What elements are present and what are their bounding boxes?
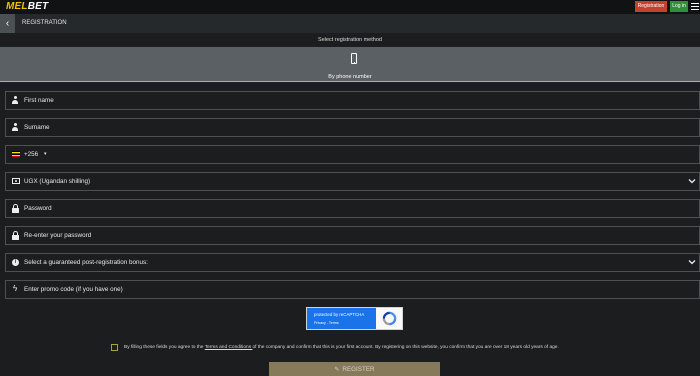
password-field[interactable]: Password	[5, 199, 700, 218]
register-button[interactable]: ✎ REGISTER	[269, 362, 440, 376]
page-title: REGISTRATION	[22, 20, 67, 26]
lock-icon	[12, 204, 19, 213]
currency-value: UGX (Ugandan shilling)	[24, 178, 91, 185]
recaptcha-title: protected by reCAPTCHA	[314, 312, 365, 317]
banknote-icon	[12, 178, 20, 184]
back-button[interactable]: ‹	[0, 14, 15, 33]
registration-header: ‹ REGISTRATION	[0, 14, 700, 33]
recaptcha-badge[interactable]: protected by reCAPTCHA Privacy - Terms	[306, 307, 403, 330]
method-label: Select registration method	[318, 37, 382, 43]
promo-code-placeholder: Enter promo code (if you have one)	[24, 286, 123, 293]
bonus-select[interactable]: i Select a guaranteed post-registration …	[5, 253, 700, 272]
chevron-down-icon[interactable]	[688, 177, 696, 185]
login-button[interactable]: Log in	[670, 1, 688, 12]
lock-icon	[12, 231, 19, 240]
method-option-label: By phone number	[328, 74, 372, 80]
recaptcha-logo-icon	[382, 311, 397, 326]
recaptcha-links[interactable]: Privacy - Terms	[314, 321, 339, 325]
edit-icon: ✎	[334, 367, 340, 373]
promo-code-field[interactable]: ϟ Enter promo code (if you have one)	[5, 280, 700, 299]
hamburger-menu-icon[interactable]	[691, 3, 699, 10]
smartphone-icon	[351, 53, 357, 64]
terms-text: By filling these fields you agree to the…	[124, 345, 559, 350]
register-button-label: REGISTER	[342, 366, 375, 373]
currency-select[interactable]: UGX (Ugandan shilling)	[5, 172, 700, 191]
lightning-icon: ϟ	[13, 284, 18, 293]
terms-agreement: By filling these fields you agree to the…	[111, 344, 591, 353]
terms-link[interactable]: Terms and Conditions	[205, 345, 253, 350]
chevron-down-icon[interactable]	[688, 258, 696, 266]
caret-down-icon[interactable]: ▾	[44, 146, 47, 163]
reenter-password-placeholder: Re-enter your password	[24, 232, 92, 239]
password-placeholder: Password	[24, 205, 52, 212]
recaptcha-banner: protected by reCAPTCHA Privacy - Terms	[307, 308, 376, 329]
terms-checkbox[interactable]	[111, 344, 118, 351]
person-icon	[12, 96, 18, 104]
uganda-flag-icon[interactable]	[12, 151, 20, 157]
phone-country-code: +256	[24, 151, 39, 158]
surname-placeholder: Surname	[24, 124, 50, 131]
method-phone-option[interactable]: By phone number	[0, 47, 700, 82]
bonus-label: Select a guaranteed post-registration bo…	[24, 259, 148, 266]
reenter-password-field[interactable]: Re-enter your password	[5, 226, 700, 245]
surname-field[interactable]: Surname	[5, 118, 700, 137]
melbet-logo[interactable]: MELBET	[6, 1, 48, 12]
phone-field[interactable]: +256 ▾	[5, 145, 700, 164]
registration-button[interactable]: Registration	[635, 1, 667, 12]
info-icon: i	[12, 259, 19, 266]
first-name-placeholder: First name	[24, 97, 54, 104]
chevron-left-icon: ‹	[5, 18, 10, 29]
person-icon	[12, 123, 18, 131]
first-name-field[interactable]: First name	[5, 91, 700, 110]
top-bar: MELBET Registration Log in	[0, 0, 700, 14]
